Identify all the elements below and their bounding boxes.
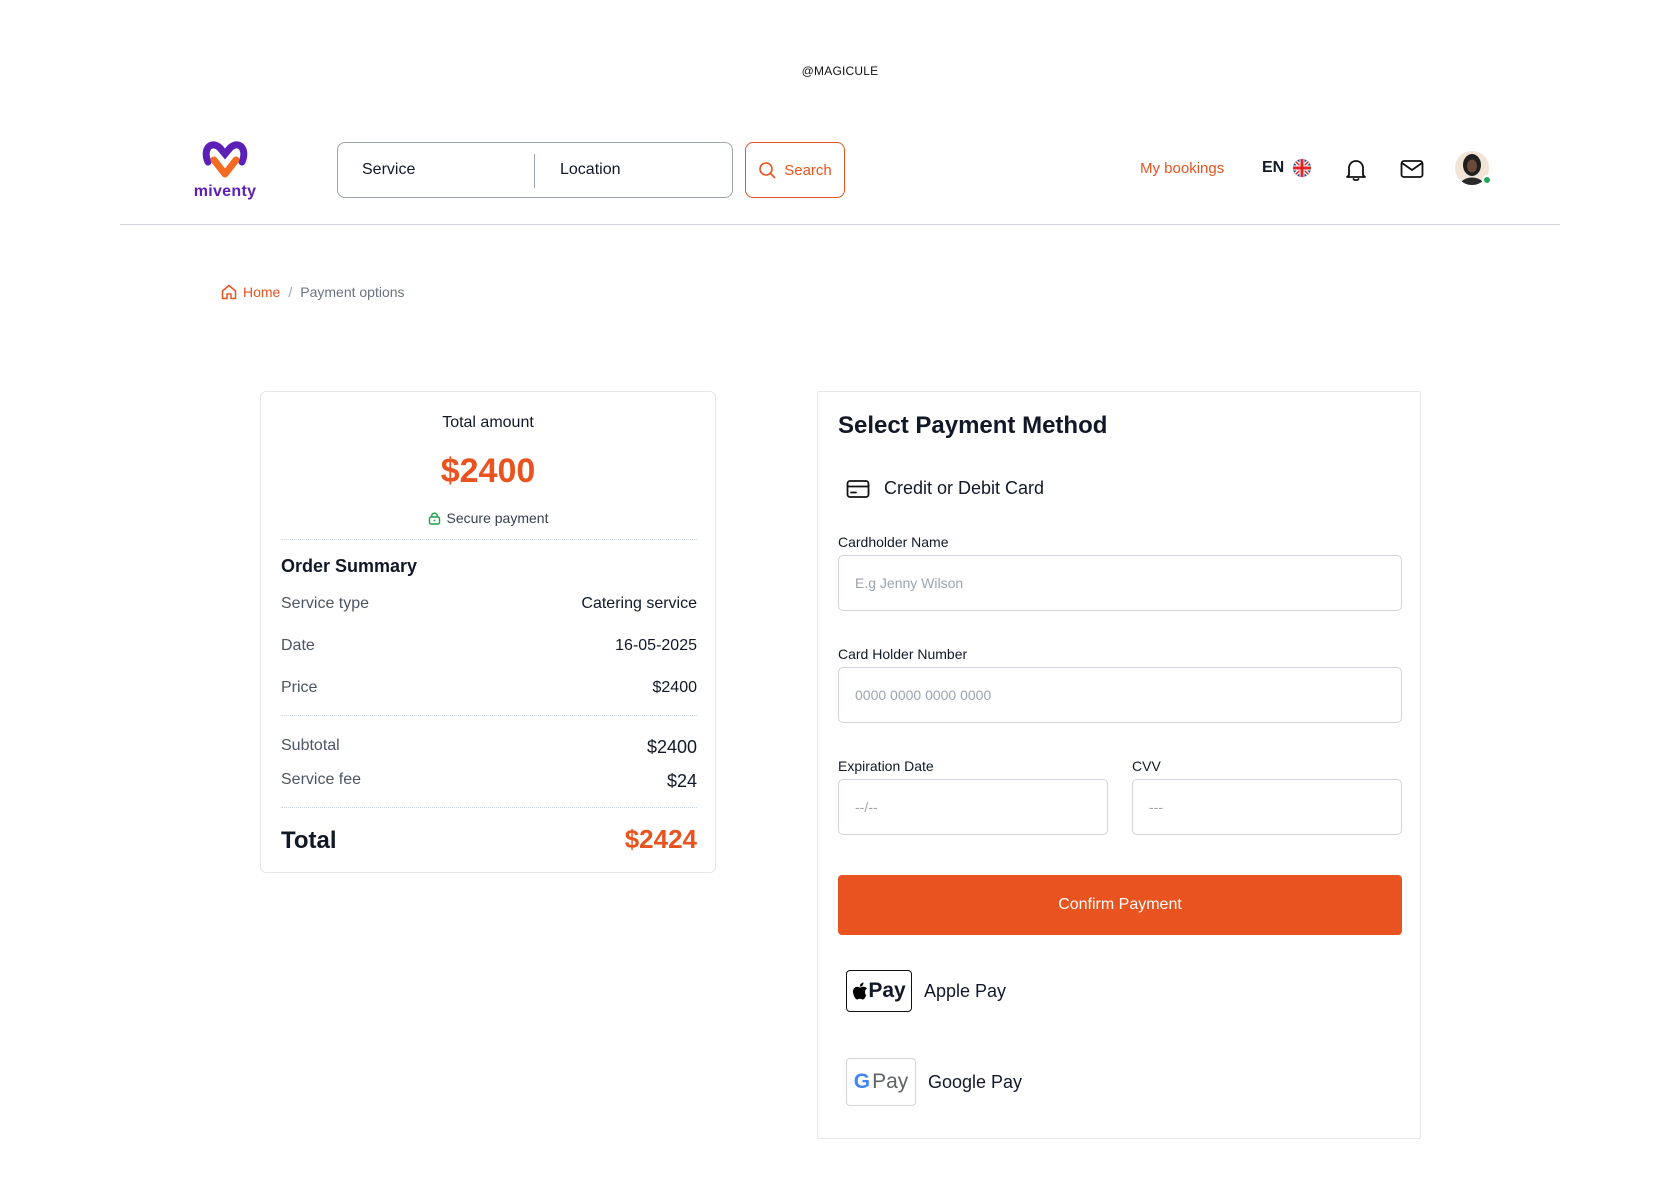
summary-row: Date 16-05-2025 [281, 637, 697, 655]
grand-total-row: Total $2424 [281, 824, 697, 855]
breadcrumb-home-label: Home [243, 284, 281, 300]
cardholder-name-label: Cardholder Name [838, 534, 949, 550]
summary-row: Service type Catering service [281, 595, 697, 613]
credit-card-icon [846, 479, 870, 498]
breadcrumb-separator: / [288, 284, 293, 300]
divider [281, 539, 697, 540]
notifications-button[interactable] [1345, 158, 1367, 187]
subtotal-value: $2400 [646, 737, 697, 757]
location-input[interactable]: Location [560, 143, 720, 197]
divider [281, 807, 697, 808]
search-divider [534, 154, 535, 188]
lock-icon [428, 512, 440, 525]
search-button[interactable]: Search [745, 142, 845, 198]
breadcrumb-home[interactable]: Home [220, 283, 280, 301]
expiration-date-label: Expiration Date [838, 758, 934, 774]
card-method-option[interactable]: Credit or Debit Card [846, 478, 1044, 499]
uk-flag-icon [1293, 159, 1312, 177]
service-fee-label: Service fee [281, 771, 362, 788]
summary-row: Price $2400 [281, 679, 697, 697]
google-pay-label: Google Pay [928, 1071, 1023, 1092]
grand-total-label: Total [281, 827, 337, 854]
bell-icon [1346, 160, 1366, 182]
summary-row-value: 16-05-2025 [615, 637, 697, 654]
total-amount-label: Total amount [442, 414, 534, 431]
mail-icon [1400, 160, 1424, 178]
search-icon [759, 162, 776, 179]
breadcrumb-current: Payment options [300, 284, 405, 300]
apple-pay-badge-text: Pay [868, 979, 906, 1002]
total-amount-value: $2400 [440, 452, 536, 490]
subtotal-label: Subtotal [281, 737, 340, 754]
order-summary-title: Order Summary [281, 556, 418, 576]
service-fee-row: Service fee $24 [281, 771, 697, 792]
language-selector[interactable]: EN [1262, 158, 1312, 178]
search-button-label: Search [784, 161, 832, 179]
summary-row-label: Date [281, 637, 315, 654]
card-number-label: Card Holder Number [838, 646, 968, 662]
apple-icon [853, 982, 868, 999]
card-method-label: Credit or Debit Card [884, 478, 1045, 498]
heart-logo-icon [202, 141, 248, 178]
top-navbar: miventy Service Location Search My booki… [120, 125, 1560, 225]
search-bar: Service Location [337, 142, 733, 198]
service-input[interactable]: Service [362, 143, 532, 197]
order-summary-card: Total amount $2400 Secure payment Order … [260, 391, 716, 873]
confirm-payment-button[interactable]: Confirm Payment [838, 875, 1402, 935]
logo-text: miventy [193, 183, 257, 200]
apple-pay-badge: Pay [846, 970, 912, 1012]
summary-row-label: Price [281, 679, 318, 696]
expiration-date-input[interactable] [838, 779, 1108, 835]
home-icon [221, 284, 237, 300]
service-fee-value: $24 [666, 771, 697, 791]
language-code: EN [1262, 159, 1285, 176]
secure-payment-label: Secure payment [446, 510, 549, 526]
divider [281, 715, 697, 716]
breadcrumb: Home / Payment options [220, 283, 405, 301]
summary-row-label: Service type [281, 595, 370, 612]
my-bookings-link[interactable]: My bookings [1140, 160, 1224, 177]
card-number-input[interactable] [838, 667, 1402, 723]
watermark: @MAGICULE [801, 64, 879, 78]
google-pay-option[interactable]: G Pay Google Pay [846, 1058, 1022, 1106]
apple-pay-label: Apple Pay [924, 980, 1007, 1001]
google-pay-badge: G Pay [846, 1058, 916, 1106]
cardholder-name-input[interactable] [838, 555, 1402, 611]
miventy-logo[interactable]: miventy [190, 138, 260, 203]
messages-button[interactable] [1400, 159, 1424, 184]
online-status-dot [1482, 175, 1492, 185]
payment-method-title: Select Payment Method [838, 412, 1108, 439]
apple-pay-option[interactable]: Pay Apple Pay [846, 970, 1006, 1012]
grand-total-value: $2424 [624, 824, 697, 854]
cvv-label: CVV [1132, 758, 1161, 774]
google-g-icon: G [853, 1070, 871, 1093]
subtotal-row: Subtotal $2400 [281, 737, 697, 758]
google-pay-badge-text: Pay [872, 1070, 909, 1093]
payment-method-card: Select Payment Method Credit or Debit Ca… [817, 391, 1421, 1139]
cvv-input[interactable] [1132, 779, 1402, 835]
summary-row-value: $2400 [652, 679, 698, 696]
secure-payment-note: Secure payment [261, 510, 715, 526]
user-avatar[interactable] [1455, 151, 1492, 185]
summary-row-value: Catering service [581, 595, 697, 612]
